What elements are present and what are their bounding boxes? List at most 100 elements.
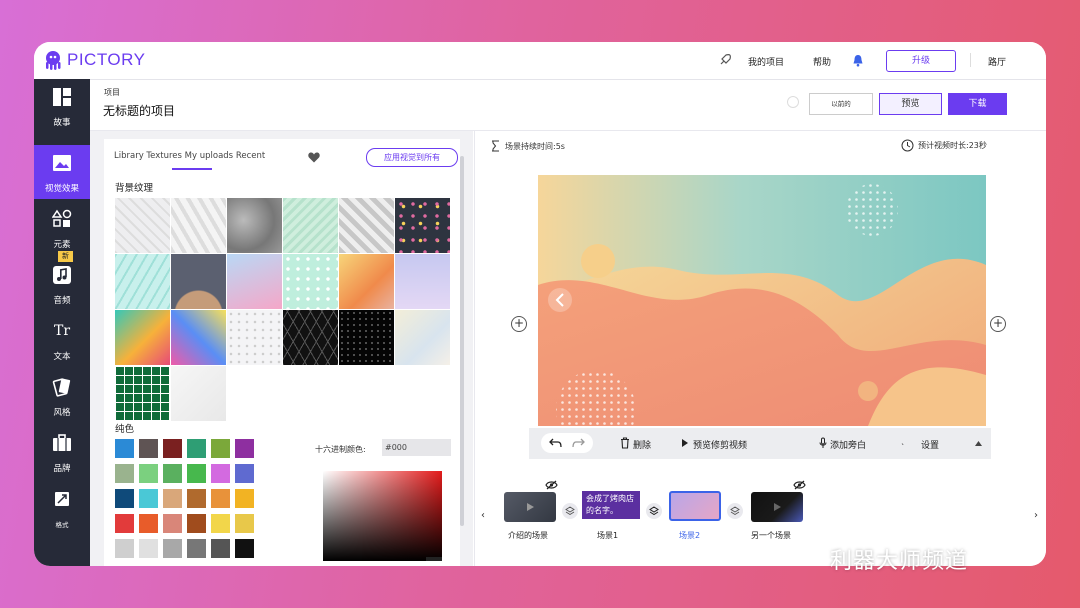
color-swatch[interactable] [211,439,230,458]
sidebar-item-audio[interactable]: 新 音频 [34,251,90,311]
favorite-heart-icon[interactable] [308,152,320,163]
breadcrumb[interactable]: 项目 [104,87,120,98]
color-swatch[interactable] [187,464,206,483]
color-swatch[interactable] [163,514,182,533]
color-swatch[interactable] [211,464,230,483]
hidden-eye-icon[interactable] [545,480,558,490]
color-swatch[interactable] [235,464,254,483]
hidden-eye-icon[interactable] [793,480,806,490]
add-scene-before-icon[interactable]: + [511,316,527,332]
color-swatch[interactable] [139,489,158,508]
color-swatch[interactable] [187,514,206,533]
scene-thumbnail[interactable] [504,492,556,522]
add-scene-after-icon[interactable]: + [990,316,1006,332]
texture-tile[interactable] [339,198,394,253]
timeline-scroll-left-icon[interactable]: ‹ [481,510,485,521]
scene-duration[interactable]: 场景持续时间:5s [491,140,565,152]
undo-icon[interactable] [549,438,562,448]
settings-button[interactable]: 设置 [921,438,939,451]
color-swatch[interactable] [115,539,134,558]
color-swatch[interactable] [211,514,230,533]
download-button[interactable]: 下载 [948,93,1007,115]
color-swatch[interactable] [235,539,254,558]
color-swatch[interactable] [163,439,182,458]
sidebar-item-text[interactable]: Tr 文本 [34,313,90,367]
texture-tile[interactable] [339,254,394,309]
color-swatch[interactable] [163,539,182,558]
color-swatch[interactable] [235,439,254,458]
user-menu[interactable]: 路厅 [988,55,1006,68]
scene-thumbnail[interactable] [751,492,803,522]
texture-tile[interactable] [227,310,282,365]
color-swatch[interactable] [139,464,158,483]
texture-tile[interactable] [115,254,170,309]
hue-slider-handle[interactable] [426,557,442,561]
sidebar-item-visuals[interactable]: 视觉效果 [34,145,90,199]
scene-text-callout[interactable]: 会成了烤肉店的名字。 [582,491,640,519]
texture-tile[interactable] [171,254,226,309]
texture-tile[interactable] [283,198,338,253]
color-swatch[interactable] [139,439,158,458]
play-icon[interactable] [681,438,689,448]
color-swatch[interactable] [115,464,134,483]
sidebar-item-story[interactable]: 故事 [34,79,90,133]
color-swatch[interactable] [115,514,134,533]
project-title[interactable]: 无标题的项目 [103,102,175,119]
texture-tile[interactable] [115,366,170,421]
color-swatch[interactable] [235,489,254,508]
texture-tile[interactable] [115,198,170,253]
microphone-icon[interactable] [819,437,827,449]
color-swatch[interactable] [235,514,254,533]
layers-icon[interactable] [562,503,578,519]
color-swatch[interactable] [211,489,230,508]
color-swatch[interactable] [115,489,134,508]
texture-tile[interactable] [115,310,170,365]
color-swatch[interactable] [139,539,158,558]
help-link[interactable]: 帮助 [813,55,831,68]
add-voiceover-button[interactable]: 添加旁白 [830,438,866,451]
color-swatch[interactable] [187,539,206,558]
texture-tile[interactable] [283,310,338,365]
redo-icon[interactable] [572,438,585,448]
apply-visual-to-all-button[interactable]: 应用视觉到所有 [366,148,458,167]
scene-preview-canvas[interactable] [538,175,986,426]
my-projects-link[interactable]: 我的项目 [748,55,784,68]
pictory-logo[interactable]: PICTORY [44,50,145,70]
texture-tile[interactable] [395,310,450,365]
layers-icon[interactable] [646,503,662,519]
layers-icon[interactable] [727,503,743,519]
preview-button[interactable]: 预览 [879,93,942,115]
texture-tile[interactable] [171,366,226,421]
bell-icon[interactable] [852,54,864,67]
sidebar-item-elements[interactable]: 元素 [34,201,90,255]
sidebar-item-brand[interactable]: 品牌 [34,425,90,479]
hex-color-input[interactable]: #000 [382,439,451,456]
texture-tile[interactable] [171,310,226,365]
trash-icon[interactable] [620,437,630,449]
texture-tile[interactable] [227,198,282,253]
scene-thumbnail-selected[interactable] [669,491,721,521]
color-swatch[interactable] [187,489,206,508]
color-swatch[interactable] [115,439,134,458]
previous-version-button[interactable]: 以前的 [809,93,873,115]
timeline-scroll-right-icon[interactable]: › [1034,510,1038,521]
delete-button[interactable]: 删除 [633,438,651,451]
panel-scrollbar[interactable] [460,156,464,526]
visual-source-tabs[interactable]: Library Textures My uploads Recent [114,151,265,161]
color-swatch[interactable] [163,464,182,483]
sidebar-item-format[interactable]: 格式 [34,481,90,535]
rocket-icon[interactable] [718,53,732,67]
color-swatch[interactable] [211,539,230,558]
color-swatch[interactable] [187,439,206,458]
texture-tile[interactable] [283,254,338,309]
color-swatch[interactable] [163,489,182,508]
sidebar-item-style[interactable]: 风格 [34,369,90,423]
texture-tile[interactable] [227,254,282,309]
texture-tile[interactable] [395,254,450,309]
texture-tile[interactable] [171,198,226,253]
upgrade-button[interactable]: 升级 [886,50,956,72]
preview-trim-video-button[interactable]: 预览修剪视频 [693,438,747,451]
color-picker-area[interactable] [323,471,442,561]
color-swatch[interactable] [139,514,158,533]
texture-tile[interactable] [339,310,394,365]
